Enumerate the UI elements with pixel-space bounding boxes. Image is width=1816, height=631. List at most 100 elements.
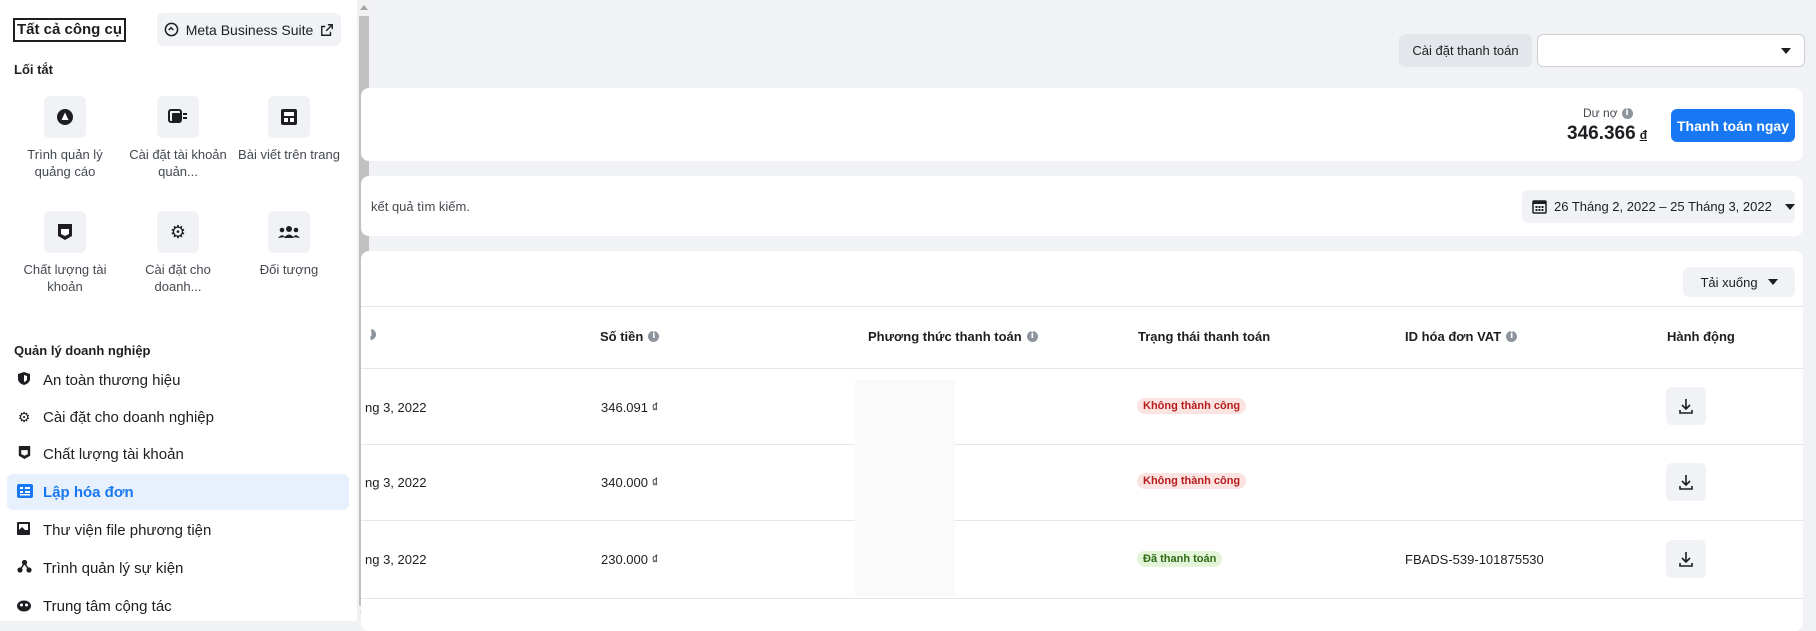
table-divider bbox=[361, 520, 1803, 521]
column-header-label: Phương thức thanh toán bbox=[868, 329, 1022, 344]
shortcut-label: Đối tượng bbox=[259, 262, 319, 277]
shortcut-audiences[interactable]: Đối tượng bbox=[234, 211, 344, 278]
download-label: Tải xuống bbox=[1700, 274, 1758, 290]
shortcut-business-settings[interactable]: ⚙ Cài đặt cho doanh... bbox=[123, 211, 233, 295]
status-badge: Không thành công bbox=[1137, 473, 1247, 489]
shortcut-account-quality[interactable]: Chất lượng tài khoản bbox=[10, 211, 120, 295]
column-header-label: Số tiền bbox=[600, 329, 644, 344]
nav-label: Chất lượng tài khoản bbox=[43, 445, 184, 463]
status-badge: Không thành công bbox=[1137, 398, 1247, 414]
tools-sidebar: Tất cả công cụ Meta Business Suite Lối t… bbox=[0, 0, 357, 621]
nav-label: Thư viện file phương tiện bbox=[43, 521, 212, 539]
column-header-label: ID hóa đơn VAT bbox=[1405, 329, 1502, 344]
row-date: ng 3, 2022 bbox=[365, 400, 427, 415]
row-amount: 346.091 ₫ bbox=[601, 400, 659, 415]
shortcut-page-posts[interactable]: Bài viết trên trang bbox=[234, 96, 344, 163]
column-header-amount[interactable]: Số tiền i bbox=[600, 329, 660, 344]
nav-media-library[interactable]: Thư viện file phương tiện bbox=[7, 512, 349, 548]
download-icon bbox=[1679, 398, 1693, 414]
column-header-label: Hành động bbox=[1667, 329, 1735, 344]
shortcut-ad-account-settings[interactable]: Cài đặt tài khoản quản... bbox=[123, 96, 233, 180]
chevron-down-icon bbox=[1767, 279, 1778, 285]
nav-billing[interactable]: Lập hóa đơn bbox=[7, 474, 349, 510]
download-icon bbox=[1679, 551, 1693, 567]
nav-brand-safety[interactable]: An toàn thương hiệu bbox=[7, 362, 349, 398]
gear-icon: ⚙ bbox=[17, 408, 31, 425]
shortcut-ads-manager[interactable]: Trình quản lý quảng cáo bbox=[10, 96, 120, 180]
info-icon[interactable]: i bbox=[1026, 331, 1038, 342]
column-header-payment-method[interactable]: Phương thức thanh toán i bbox=[868, 329, 1038, 344]
row-date: ng 3, 2022 bbox=[365, 552, 427, 567]
row-amount: 230.000 ₫ bbox=[601, 552, 659, 567]
table-divider bbox=[361, 368, 1803, 369]
balance-label: Dư nợ i bbox=[1583, 106, 1633, 120]
shortcuts-label: Lối tắt bbox=[14, 62, 53, 77]
collab-center-icon bbox=[16, 598, 32, 615]
business-management-label: Quản lý doanh nghiệp bbox=[14, 343, 151, 358]
sidebar-title[interactable]: Tất cả công cụ bbox=[13, 18, 127, 42]
meta-business-suite-label: Meta Business Suite bbox=[185, 21, 314, 38]
row-download-button[interactable] bbox=[1666, 463, 1706, 501]
shield-icon bbox=[16, 371, 32, 389]
table-divider bbox=[361, 598, 1803, 599]
meta-business-suite-icon bbox=[164, 22, 179, 37]
balance-value: 346.366 bbox=[1567, 123, 1636, 144]
info-icon[interactable]: i bbox=[370, 329, 376, 340]
account-quality-icon bbox=[44, 211, 86, 253]
table-divider bbox=[361, 306, 1803, 307]
nav-label: Trình quản lý sự kiện bbox=[43, 559, 184, 577]
row-date: ng 3, 2022 bbox=[365, 475, 427, 490]
ads-manager-icon bbox=[44, 96, 86, 138]
external-link-icon bbox=[321, 23, 334, 36]
page-posts-icon bbox=[268, 96, 310, 138]
status-badge: Đã thanh toán bbox=[1137, 551, 1223, 567]
payment-settings-button[interactable]: Cài đặt thanh toán bbox=[1399, 34, 1532, 67]
balance-amount: 346.366 đ bbox=[1567, 123, 1647, 145]
balance-label-text: Dư nợ bbox=[1583, 106, 1618, 120]
chevron-down-icon bbox=[1784, 203, 1795, 210]
billing-icon bbox=[16, 483, 33, 502]
row-amount: 340.000 ₫ bbox=[601, 475, 659, 490]
scroll-up-arrow-icon[interactable] bbox=[360, 5, 368, 10]
chevron-down-icon bbox=[1781, 48, 1791, 54]
column-header-actions: Hành động bbox=[1667, 329, 1735, 344]
column-header-payment-status[interactable]: Trạng thái thanh toán bbox=[1138, 329, 1270, 344]
meta-business-suite-button[interactable]: Meta Business Suite bbox=[157, 13, 341, 46]
nav-account-quality[interactable]: Chất lượng tài khoản bbox=[7, 436, 349, 472]
media-library-icon bbox=[16, 521, 32, 539]
transactions-card bbox=[361, 251, 1803, 631]
info-icon[interactable]: i bbox=[1621, 107, 1633, 119]
shortcut-label: Chất lượng tài khoản bbox=[23, 262, 107, 294]
row-download-button[interactable] bbox=[1666, 540, 1706, 578]
nav-label: An toàn thương hiệu bbox=[43, 371, 181, 389]
column-header-date: i bbox=[365, 329, 376, 340]
ad-account-settings-icon bbox=[157, 96, 199, 138]
gear-icon: ⚙ bbox=[157, 211, 199, 253]
currency-symbol: đ bbox=[1639, 128, 1648, 142]
nav-label: Cài đặt cho doanh nghiệp bbox=[43, 408, 214, 426]
info-icon[interactable]: i bbox=[648, 331, 660, 342]
column-header-vat-id[interactable]: ID hóa đơn VAT i bbox=[1405, 329, 1518, 344]
shortcut-label: Trình quản lý quảng cáo bbox=[27, 147, 103, 179]
calendar-icon bbox=[1532, 200, 1547, 214]
ad-account-select[interactable] bbox=[1537, 34, 1805, 67]
account-quality-icon bbox=[16, 445, 32, 463]
search-result-text: kết quả tìm kiếm. bbox=[371, 199, 470, 214]
table-divider bbox=[361, 444, 1803, 445]
shortcut-label: Cài đặt cho doanh... bbox=[145, 262, 211, 294]
row-download-button[interactable] bbox=[1666, 387, 1706, 425]
audiences-icon bbox=[268, 211, 310, 253]
shortcut-label: Bài viết trên trang bbox=[238, 147, 340, 162]
download-button[interactable]: Tải xuống bbox=[1683, 267, 1795, 297]
nav-events-manager[interactable]: Trình quản lý sự kiện bbox=[7, 550, 349, 586]
nav-label: Trung tâm cộng tác bbox=[43, 597, 172, 615]
shortcut-label: Cài đặt tài khoản quản... bbox=[129, 147, 227, 179]
date-range-label: 26 Tháng 2, 2022 – 25 Tháng 3, 2022 bbox=[1554, 199, 1772, 214]
nav-collab-center[interactable]: Trung tâm cộng tác bbox=[7, 588, 349, 621]
info-icon[interactable]: i bbox=[1506, 331, 1518, 342]
date-range-picker[interactable]: 26 Tháng 2, 2022 – 25 Tháng 3, 2022 bbox=[1522, 190, 1795, 223]
pay-now-button[interactable]: Thanh toán ngay bbox=[1671, 109, 1795, 142]
nav-business-settings[interactable]: ⚙ Cài đặt cho doanh nghiệp bbox=[7, 399, 349, 435]
events-manager-icon bbox=[16, 559, 32, 577]
column-header-label: Trạng thái thanh toán bbox=[1138, 329, 1271, 344]
